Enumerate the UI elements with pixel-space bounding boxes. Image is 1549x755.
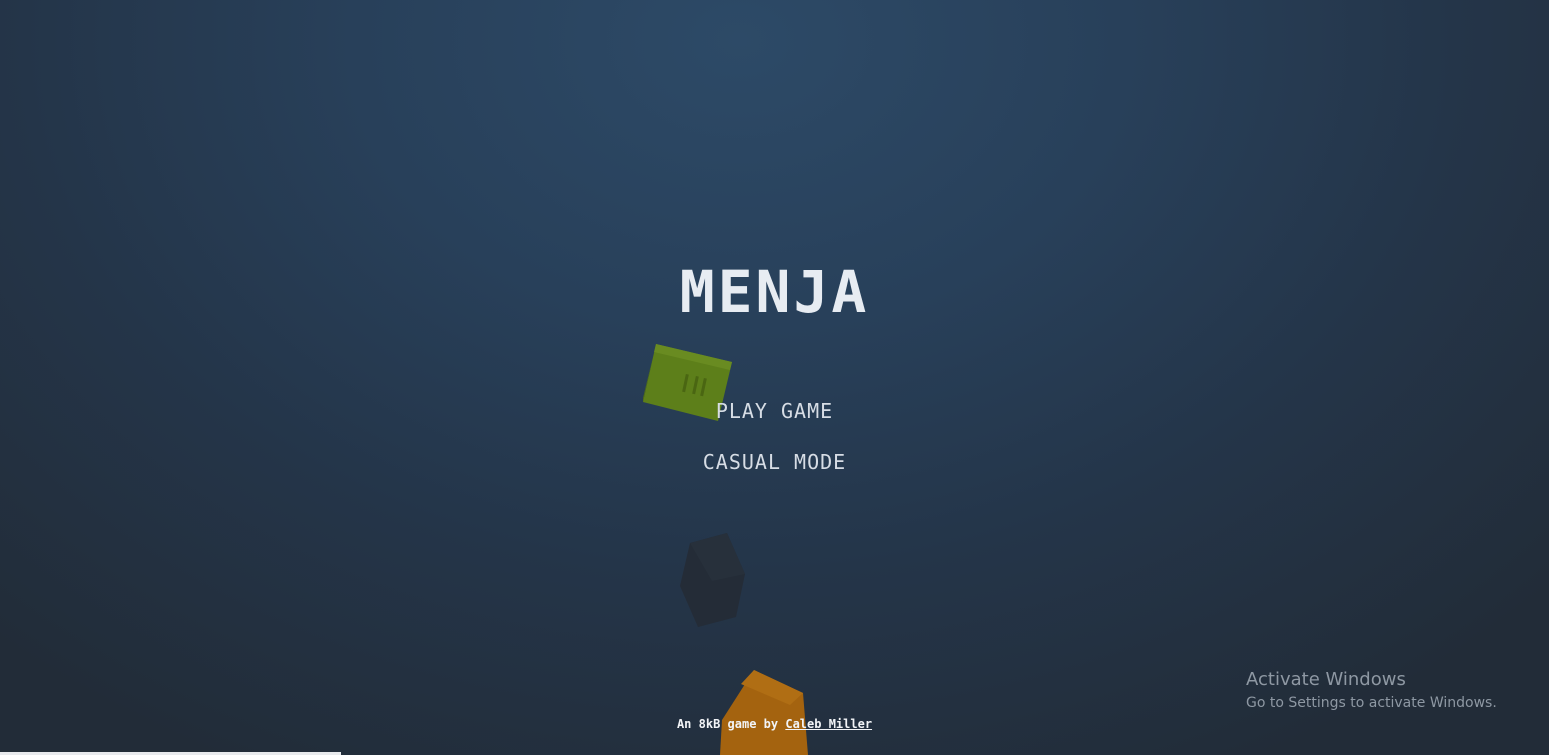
- dark-cube: [680, 533, 745, 627]
- credit-prefix: An 8kB game by: [676, 717, 779, 731]
- play-game-label: PLAY GAME: [715, 399, 834, 423]
- watermark-subtitle: Go to Settings to activate Windows.: [1246, 695, 1497, 711]
- credit-line: An 8kB game by Caleb Miller: [0, 717, 1549, 731]
- game-screen: MENJA PLAY GAME CASUAL MODE An 8kB game …: [0, 0, 1549, 755]
- author-link[interactable]: Caleb Miller: [785, 717, 872, 731]
- play-game-button[interactable]: PLAY GAME: [0, 399, 1549, 423]
- game-title: MENJA: [679, 258, 870, 326]
- casual-mode-label: CASUAL MODE: [702, 450, 847, 474]
- orange-cube: [720, 670, 808, 755]
- watermark-title: Activate Windows: [1246, 669, 1406, 690]
- background-cubes: [643, 344, 808, 755]
- windows-activation-watermark: Activate Windows Go to Settings to activ…: [1246, 668, 1497, 714]
- casual-mode-button[interactable]: CASUAL MODE: [0, 450, 1549, 474]
